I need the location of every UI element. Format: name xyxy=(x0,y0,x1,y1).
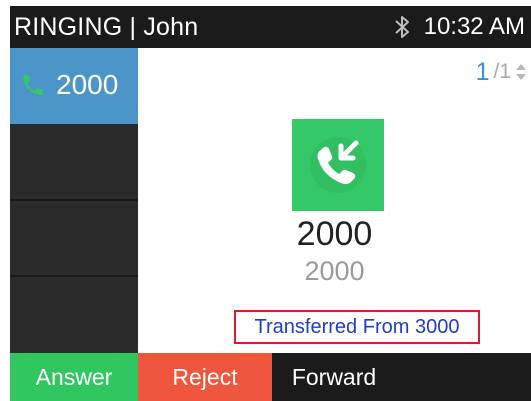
status-bar: RINGING | John 10:32 AM xyxy=(10,6,531,48)
line-key-2000[interactable]: 2000 xyxy=(10,48,138,124)
line-key-empty[interactable] xyxy=(10,277,138,353)
page-total: 1 xyxy=(499,60,511,83)
caller-name: 2000 xyxy=(296,215,373,253)
softkey-bar: Answer Reject Forward xyxy=(10,353,531,401)
call-pager: 1 / 1 xyxy=(476,58,527,86)
line-key-empty[interactable] xyxy=(10,124,138,201)
phone-screen: RINGING | John 10:32 AM 2000 1 / 1 2000 … xyxy=(0,0,531,401)
status-indicators: 10:32 AM xyxy=(392,6,525,48)
call-status-title: RINGING | John xyxy=(14,13,199,41)
softkey-empty xyxy=(396,353,531,401)
transfer-info-highlight: Transferred From 3000 xyxy=(234,310,480,344)
page-current: 1 xyxy=(475,58,490,86)
call-detail-panel: 1 / 1 2000 2000 Transferred From 3000 xyxy=(138,48,531,353)
reject-button[interactable]: Reject xyxy=(138,353,272,401)
clock: 10:32 AM xyxy=(423,13,525,40)
line-keys-panel: 2000 xyxy=(10,48,138,353)
phone-icon xyxy=(23,75,43,95)
incoming-call-icon xyxy=(310,137,366,193)
incoming-call-icon-tile xyxy=(292,119,384,211)
answer-button[interactable]: Answer xyxy=(10,353,138,401)
line-key-label: 2000 xyxy=(56,69,119,100)
up-down-arrows-icon[interactable] xyxy=(515,62,527,82)
line-key-empty[interactable] xyxy=(10,201,138,277)
caller-number: 2000 xyxy=(304,256,365,286)
transfer-info: Transferred From 3000 xyxy=(254,315,460,338)
bluetooth-icon xyxy=(394,16,409,38)
forward-button[interactable]: Forward xyxy=(272,353,396,401)
